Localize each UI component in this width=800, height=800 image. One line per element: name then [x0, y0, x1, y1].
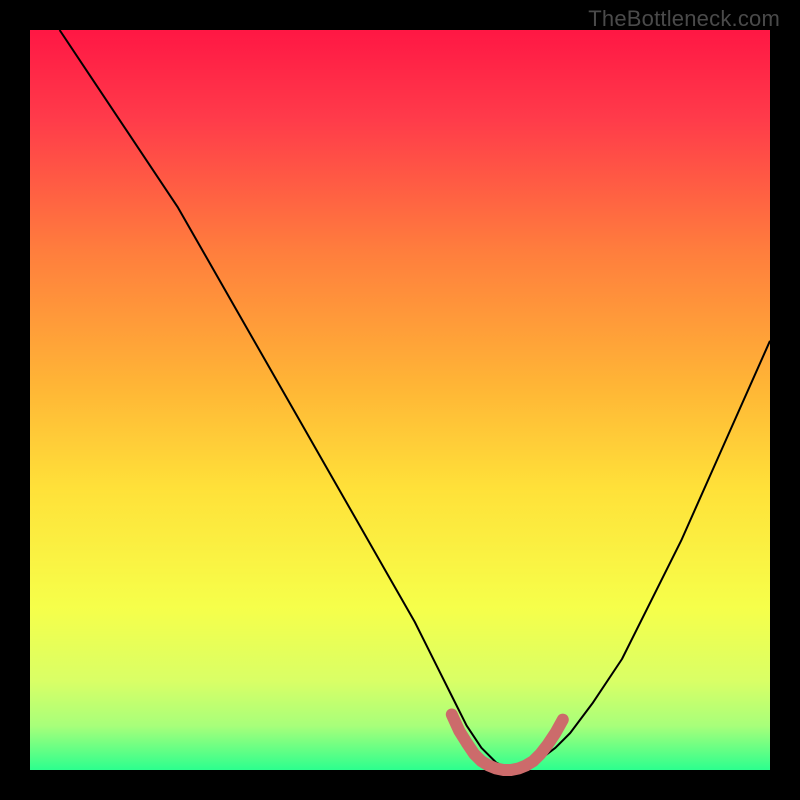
plot-background: [30, 30, 770, 770]
watermark-text: TheBottleneck.com: [588, 6, 780, 32]
chart-container: TheBottleneck.com: [0, 0, 800, 800]
chart-svg: [0, 0, 800, 800]
